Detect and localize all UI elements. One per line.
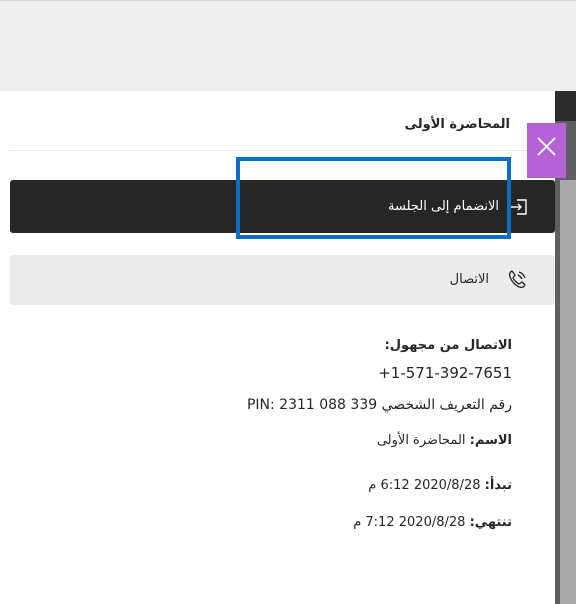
call-button[interactable]: الاتصال <box>10 255 555 305</box>
session-title: المحاضرة الأولى <box>404 117 510 132</box>
session-end-value: 2020/8/28 7:12 م <box>353 515 466 530</box>
dial-in-heading: الاتصال من مجهول: <box>384 338 512 353</box>
session-details-page: المحاضرة الأولى الانضمام إلى الجلسة الات… <box>0 0 576 604</box>
session-name-label: الاسم: <box>469 433 512 448</box>
header-band <box>0 1 576 91</box>
side-header <box>555 91 576 121</box>
dial-in-phone-number: +1-571-392-7651 <box>378 364 512 382</box>
call-label: الاتصال <box>449 272 489 287</box>
join-session-label: الانضمام إلى الجلسة <box>388 199 499 214</box>
close-panel-button[interactable] <box>527 123 566 178</box>
session-name-value: المحاضرة الأولى <box>376 433 466 448</box>
side-scrollbar[interactable] <box>560 180 576 604</box>
session-panel: المحاضرة الأولى الانضمام إلى الجلسة الات… <box>0 91 555 604</box>
dial-in-pin: رقم التعريف الشخصي PIN: 2311 088 339 <box>246 397 512 413</box>
session-name-row: الاسم: المحاضرة الأولى <box>377 433 512 448</box>
enter-door-icon <box>511 199 527 215</box>
session-start-row: تبدأ: 2020/8/28 6:12 م <box>368 478 512 493</box>
phone-icon <box>508 270 526 289</box>
session-start-label: تبدأ: <box>484 478 512 493</box>
join-session-button[interactable]: الانضمام إلى الجلسة <box>10 180 555 233</box>
session-start-value: 2020/8/28 6:12 م <box>368 478 481 493</box>
divider <box>10 150 555 151</box>
close-icon <box>537 137 556 156</box>
session-end-row: تنتهي: 2020/8/28 7:12 م <box>353 515 512 530</box>
session-end-label: تنتهي: <box>469 515 512 530</box>
